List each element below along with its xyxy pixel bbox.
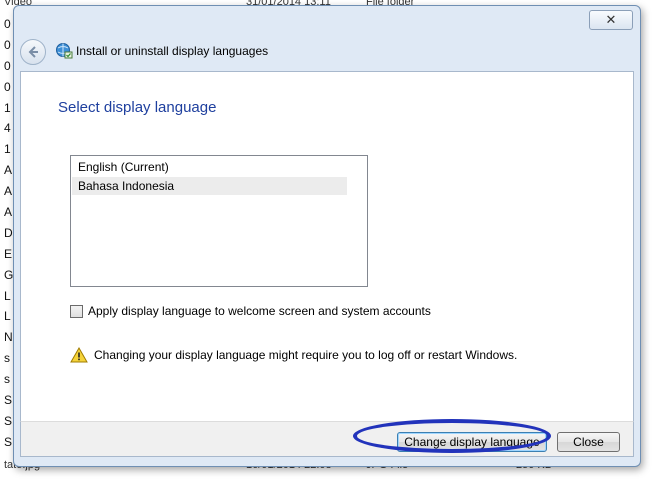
back-arrow-icon (28, 46, 38, 58)
globe-language-icon (56, 43, 73, 59)
warning-message: Changing your display language might req… (70, 347, 517, 363)
background-file-initial: A (4, 205, 13, 220)
background-file-initial: A (4, 184, 13, 199)
background-file-initial: 4 (4, 121, 11, 136)
background-file-initial: 1 (4, 142, 11, 157)
warning-icon (70, 347, 88, 363)
language-item-bahasa-indonesia[interactable]: Bahasa Indonesia (72, 177, 347, 195)
background-file-initial: 0 (4, 58, 11, 73)
background-file-initial: D (4, 225, 13, 240)
background-file-initial: 0 (4, 79, 11, 94)
close-window-button[interactable]: ✕ (589, 10, 633, 30)
background-file-initial: G (4, 267, 14, 282)
background-file-initial: 0 (4, 17, 11, 31)
background-file-initial: L (4, 288, 11, 303)
background-file-initial: A (4, 163, 13, 178)
warning-text: Changing your display language might req… (94, 348, 518, 362)
background-file-initial: 1 (4, 100, 11, 115)
language-list[interactable]: English (Current) Bahasa Indonesia (70, 155, 368, 287)
apply-welcome-screen-checkbox[interactable] (70, 304, 83, 318)
close-button[interactable]: Close (557, 432, 620, 452)
dialog-footer: Change display language Close (20, 421, 634, 457)
back-button[interactable] (20, 39, 46, 65)
background-file-initial: 0 (4, 37, 11, 52)
dialog-title: Install or uninstall display languages (76, 44, 269, 58)
background-file-initial: S (4, 434, 13, 449)
background-file-initial: S (4, 393, 13, 408)
background-file-initial: s (4, 351, 10, 366)
dialog-content: Select display language English (Current… (20, 71, 634, 422)
background-file-initial: L (4, 309, 11, 324)
language-item-english[interactable]: English (Current) (72, 158, 347, 176)
display-language-dialog: ✕ Install or uninstall display languages… (13, 5, 641, 467)
close-icon: ✕ (605, 12, 617, 27)
change-display-language-button[interactable]: Change display language (397, 432, 547, 452)
background-file-initials: 0000141AAADEGLLNssSSS (0, 14, 14, 453)
apply-welcome-screen-label: Apply display language to welcome screen… (88, 304, 431, 318)
background-file-initial: N (4, 330, 13, 345)
background-file-initial: S (4, 413, 13, 428)
background-file-initial: s (4, 372, 10, 387)
background-file-initial: E (4, 246, 13, 261)
apply-welcome-screen-option[interactable]: Apply display language to welcome screen… (70, 304, 431, 318)
page-heading: Select display language (58, 99, 217, 116)
